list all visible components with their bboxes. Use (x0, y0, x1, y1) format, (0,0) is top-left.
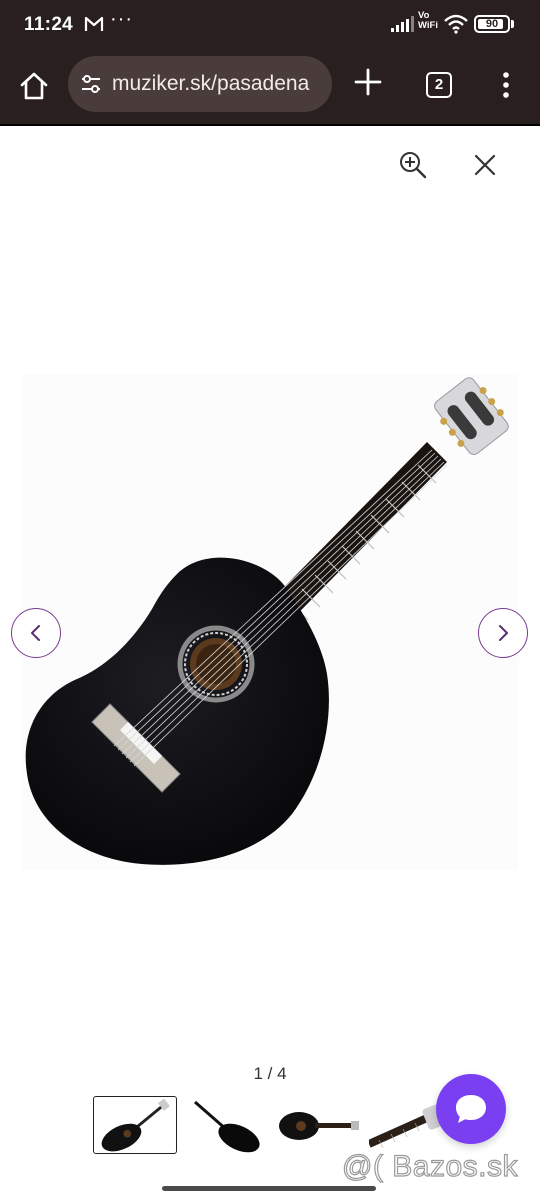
vowifi-indicator: Vo WiFi (418, 11, 438, 31)
status-overflow: ··· (110, 8, 133, 30)
tab-switcher-button[interactable]: 2 (426, 72, 452, 98)
tune-icon[interactable] (80, 73, 102, 95)
battery-level: 90 (485, 18, 499, 30)
next-image-button[interactable] (478, 608, 528, 658)
status-bar: 11:24 ··· Vo WiFi 90 (0, 0, 540, 50)
guitar-thumbnail-back (194, 1100, 260, 1153)
home-icon[interactable] (18, 70, 50, 102)
chevron-right-icon (499, 625, 508, 641)
signal-icon (391, 16, 414, 32)
toolbar-divider (0, 124, 540, 126)
url-text[interactable]: muziker.sk/pasadena (112, 72, 324, 96)
thumbnail-2[interactable] (185, 1096, 269, 1154)
battery-tip (511, 20, 514, 28)
thumbnail-1[interactable] (93, 1096, 177, 1154)
zoom-in-icon[interactable] (398, 150, 428, 180)
vowifi-line2: WiFi (418, 20, 438, 31)
wifi-icon (444, 14, 468, 34)
watermark: @( Bazos.sk (341, 1149, 518, 1183)
product-image[interactable] (22, 374, 518, 870)
more-vert-icon[interactable] (494, 70, 518, 100)
previous-image-button[interactable] (11, 608, 61, 658)
chat-bubble-icon (456, 1095, 486, 1123)
chat-button[interactable] (436, 1074, 506, 1144)
gesture-navigation-bar[interactable] (162, 1186, 376, 1191)
guitar-thumbnail-side (279, 1112, 359, 1140)
status-time: 11:24 (24, 14, 74, 35)
address-bar[interactable]: muziker.sk/pasadena (68, 56, 332, 112)
guitar-thumbnail-front (101, 1098, 170, 1152)
battery-icon: 90 (474, 15, 510, 33)
thumbnail-3[interactable] (277, 1096, 361, 1154)
guitar-image (25, 377, 509, 865)
close-icon[interactable] (472, 152, 498, 178)
chevron-left-icon (31, 625, 40, 641)
browser-toolbar: muziker.sk/pasadena 2 (0, 50, 540, 126)
plus-icon[interactable] (354, 68, 382, 96)
gmail-icon (84, 16, 104, 31)
